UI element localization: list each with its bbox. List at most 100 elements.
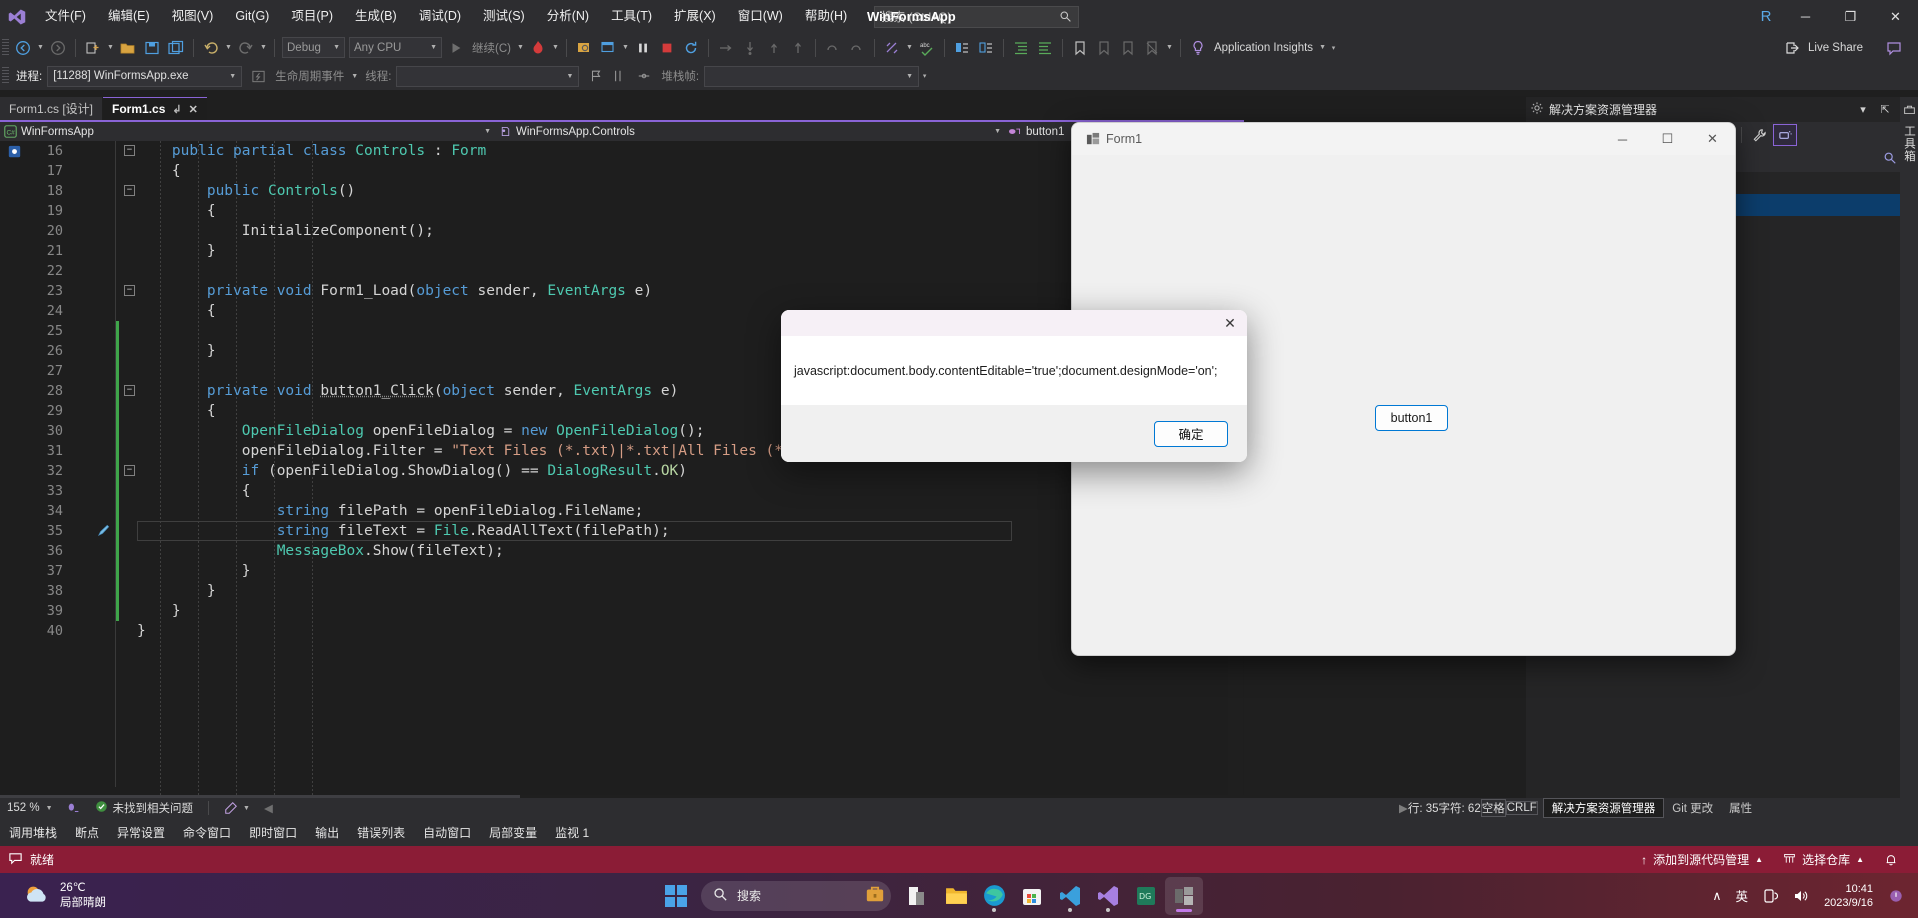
code-line-33[interactable]: 33 {	[0, 481, 1244, 501]
new-project-dropdown-icon[interactable]: ▼	[105, 37, 116, 59]
undo-nav-icon[interactable]	[822, 37, 844, 59]
toolbox-vertical-strip[interactable]: 工具箱	[1900, 97, 1918, 798]
toolbar-overflow-icon[interactable]: ▾	[1328, 37, 1339, 59]
close-button[interactable]: ✕	[1873, 0, 1918, 33]
dock-tab-4[interactable]: 即时窗口	[240, 818, 306, 846]
code-lines[interactable]: 16− public partial class Controls : Form…	[0, 141, 1244, 787]
lifecycle-events-label[interactable]: 生命周期事件	[270, 68, 349, 84]
code-line-34[interactable]: 34 string filePath = openFileDialog.File…	[0, 501, 1244, 521]
uncomment-icon[interactable]	[975, 37, 997, 59]
search-icon[interactable]	[1883, 151, 1897, 170]
menu-item-1[interactable]: 编辑(E)	[97, 0, 161, 33]
tab-form1-cs[interactable]: Form1.cs ↲ ✕	[103, 97, 207, 120]
menu-item-5[interactable]: 生成(B)	[344, 0, 408, 33]
stop-icon[interactable]	[656, 37, 678, 59]
debug-toolbar-grip[interactable]	[2, 67, 9, 85]
code-editor[interactable]: 16− public partial class Controls : Form…	[0, 141, 1244, 815]
dock-tab-8[interactable]: 局部变量	[480, 818, 546, 846]
hot-reload-icon[interactable]	[527, 37, 549, 59]
lightbulb-icon[interactable]	[1187, 37, 1209, 59]
debug-toolbar-overflow-icon[interactable]: ▾	[919, 65, 930, 87]
fold-toggle-icon[interactable]: −	[124, 465, 135, 476]
prev-bookmark-icon[interactable]	[1093, 37, 1115, 59]
save-all-icon[interactable]	[165, 37, 187, 59]
close-icon[interactable]: ✕	[189, 103, 198, 116]
undo-icon[interactable]	[200, 37, 222, 59]
outdent-icon[interactable]	[1034, 37, 1056, 59]
taskbar-app-device-manager[interactable]: DG	[1127, 877, 1165, 915]
form1-close-button[interactable]: ✕	[1690, 123, 1735, 155]
pane-dropdown-icon[interactable]: ▾	[1852, 99, 1874, 121]
restart-icon[interactable]	[680, 37, 702, 59]
preview-selected-items-icon[interactable]	[1773, 124, 1797, 146]
find-replace-icon[interactable]	[881, 37, 903, 59]
network-icon[interactable]	[1755, 888, 1785, 904]
menu-item-10[interactable]: 扩展(X)	[663, 0, 727, 33]
menu-item-4[interactable]: 项目(P)	[280, 0, 344, 33]
spellcheck-icon[interactable]: abc	[916, 37, 938, 59]
menu-item-11[interactable]: 窗口(W)	[727, 0, 794, 33]
lifecycle-dropdown-icon[interactable]: ▼	[349, 65, 360, 87]
code-line-17[interactable]: 17 {	[0, 161, 1244, 181]
dialog-close-icon[interactable]: ✕	[1213, 310, 1247, 336]
undo-dropdown-icon[interactable]: ▼	[223, 37, 234, 59]
dock-tab-0[interactable]: 调用堆栈	[0, 818, 66, 846]
hot-reload-dropdown-icon[interactable]: ▼	[550, 37, 561, 59]
menu-item-12[interactable]: 帮助(H)	[794, 0, 858, 33]
taskbar-app-winforms[interactable]	[1165, 876, 1203, 915]
pause-icon[interactable]	[632, 37, 654, 59]
pin-icon[interactable]: ⇱	[1874, 99, 1896, 121]
menu-item-7[interactable]: 测试(S)	[472, 0, 536, 33]
dock-tab-6[interactable]: 错误列表	[348, 818, 414, 846]
add-to-source-control-button[interactable]: ↑ 添加到源代码管理 ▲	[1631, 846, 1773, 873]
step-over-icon[interactable]	[715, 37, 737, 59]
navbar-type-combo[interactable]: WinFormsApp.Controls ▼	[495, 122, 1005, 141]
zoom-level-combo[interactable]: 152 % ▼	[0, 798, 60, 818]
step-up-icon[interactable]	[787, 37, 809, 59]
indent-icon[interactable]	[1010, 37, 1032, 59]
solution-platform-combo[interactable]: Any CPU ▼	[349, 37, 442, 58]
menu-item-0[interactable]: 文件(F)	[34, 0, 97, 33]
feedback-icon[interactable]	[1883, 37, 1905, 59]
tray-expand-icon[interactable]: ∧	[1705, 888, 1728, 903]
account-badge[interactable]: R	[1749, 0, 1783, 33]
menu-item-9[interactable]: 工具(T)	[600, 0, 663, 33]
indentation-indicator[interactable]: 空格	[1480, 799, 1506, 817]
restore-button[interactable]: ❐	[1828, 0, 1873, 33]
dock-tab-9[interactable]: 监视 1	[546, 818, 598, 846]
pin-icon[interactable]: ↲	[172, 103, 181, 116]
window-layout-icon[interactable]	[597, 37, 619, 59]
code-line-18[interactable]: 18 − public Controls()	[0, 181, 1244, 201]
issues-status[interactable]: 未找到相关问题	[88, 798, 201, 818]
code-line-38[interactable]: 38 }	[0, 581, 1244, 601]
fold-toggle-icon[interactable]: −	[124, 145, 135, 156]
lifecycle-events-icon[interactable]	[247, 65, 269, 87]
toolbar-grip[interactable]	[2, 38, 9, 57]
menu-item-8[interactable]: 分析(N)	[536, 0, 600, 33]
volume-icon[interactable]	[1785, 888, 1815, 904]
dock-tab-2[interactable]: 异常设置	[108, 818, 174, 846]
code-line-23[interactable]: 23 − private void Form1_Load(object sende…	[0, 281, 1244, 301]
navigate-backward-icon[interactable]	[12, 37, 34, 59]
continue-dropdown-icon[interactable]: ▼	[515, 37, 526, 59]
gear-icon[interactable]	[1530, 101, 1544, 118]
next-bookmark-icon[interactable]	[1117, 37, 1139, 59]
thread-combo[interactable]: ▼	[396, 65, 580, 87]
open-file-icon[interactable]	[117, 37, 139, 59]
comment-icon[interactable]	[951, 37, 973, 59]
bookmark-icon[interactable]	[1069, 37, 1091, 59]
window-layout-dropdown-icon[interactable]: ▼	[620, 37, 631, 59]
redo-icon[interactable]	[235, 37, 257, 59]
save-icon[interactable]	[141, 37, 163, 59]
taskbar-app-vscode[interactable]	[1051, 877, 1089, 915]
fold-toggle-icon[interactable]: −	[124, 385, 135, 396]
minimize-button[interactable]: ─	[1783, 0, 1828, 33]
code-cleanup-icon[interactable]: ▼	[217, 798, 257, 818]
taskbar-app-microsoft-store[interactable]	[1013, 877, 1051, 915]
form1-minimize-button[interactable]: ─	[1600, 123, 1645, 155]
fold-toggle-icon[interactable]: −	[124, 285, 135, 296]
dock-tab-7[interactable]: 自动窗口	[414, 818, 480, 846]
redo-dropdown-icon[interactable]: ▼	[258, 37, 269, 59]
right-tool-tab-1[interactable]: Git 更改	[1664, 798, 1721, 818]
bookmark-glyph-icon[interactable]	[96, 523, 111, 538]
